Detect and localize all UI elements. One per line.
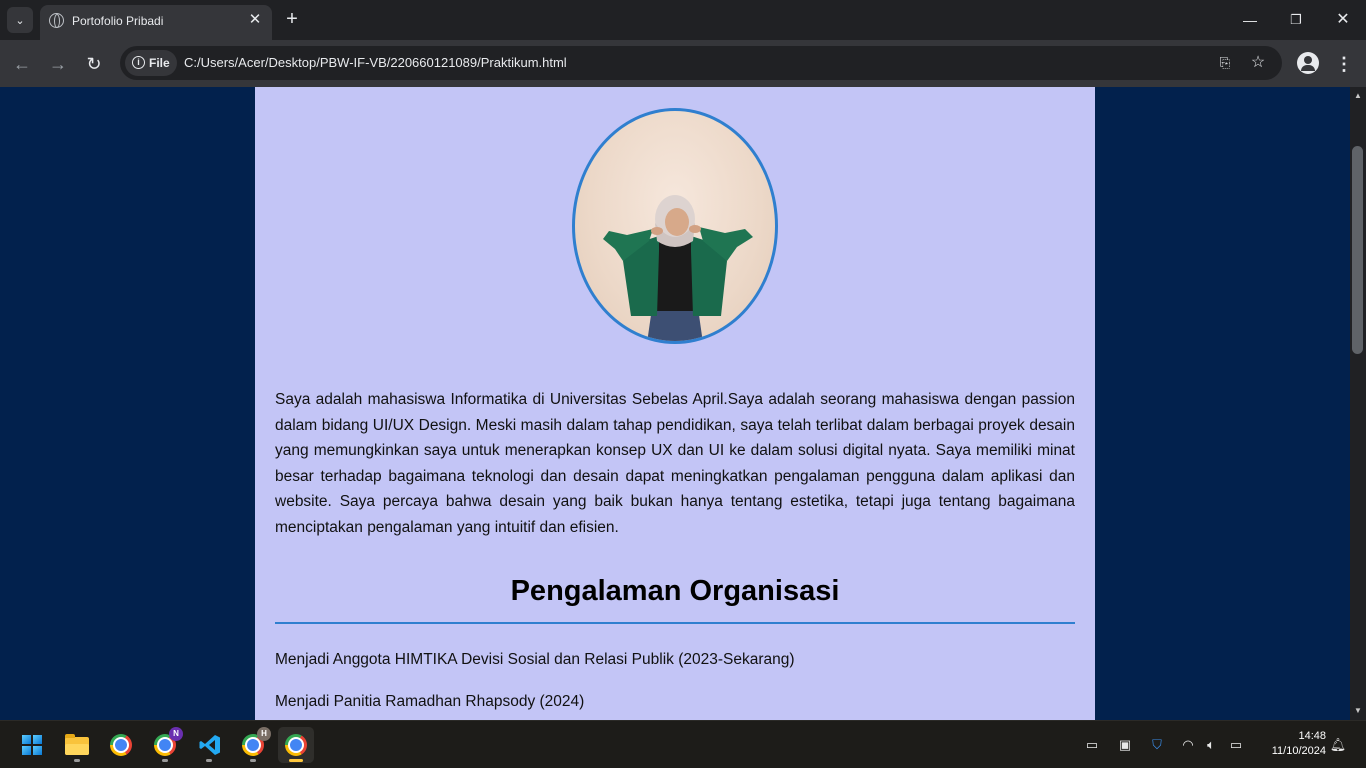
profile-icon[interactable] — [1297, 52, 1319, 74]
scroll-thumb[interactable] — [1352, 146, 1363, 354]
monitor-icon[interactable]: ▭ — [1083, 736, 1101, 754]
site-info-chip[interactable]: i File — [125, 50, 177, 76]
taskbar-vscode[interactable] — [191, 727, 227, 763]
wifi-icon[interactable]: ◠ — [1179, 736, 1197, 754]
page-viewport: Saya adalah mahasiswa Informatika di Uni… — [0, 87, 1350, 720]
reload-button[interactable]: ↻ — [82, 52, 106, 76]
running-indicator — [162, 759, 168, 762]
vscode-icon — [199, 735, 220, 755]
taskbar-chrome-profile-h[interactable]: H — [235, 727, 271, 763]
taskbar-chrome[interactable] — [103, 727, 139, 763]
clock-date: 11/10/2024 — [1271, 745, 1326, 757]
translate-icon[interactable]: ⎘ — [1214, 52, 1236, 74]
back-button[interactable]: ← — [10, 52, 34, 76]
running-indicator — [250, 759, 256, 762]
taskbar-chrome-active[interactable] — [278, 727, 314, 763]
bio-paragraph: Saya adalah mahasiswa Informatika di Uni… — [275, 391, 1075, 536]
site-info-label: File — [149, 56, 170, 70]
org-item: Menjadi Anggota HIMTIKA Devisi Sosial da… — [275, 651, 795, 668]
close-tab-icon[interactable]: ✕ — [246, 11, 264, 29]
new-tab-button[interactable]: + — [282, 9, 302, 29]
org-item: Menjadi Panitia Ramadhan Rhapsody (2024) — [275, 693, 585, 710]
clock-time: 14:48 — [1298, 730, 1326, 742]
restore-button[interactable]: ❐ — [1286, 10, 1306, 30]
content-card: Saya adalah mahasiswa Informatika di Uni… — [255, 87, 1095, 720]
tab-title: Portofolio Pribadi — [72, 14, 164, 28]
minimize-button[interactable]: — — [1240, 10, 1260, 30]
browser-toolbar: ← → ↻ i File C:/Users/Acer/Desktop/PBW-I… — [0, 40, 1366, 87]
globe-icon — [49, 13, 64, 28]
profile-photo — [572, 108, 778, 344]
folder-icon — [65, 734, 89, 755]
bookmark-star-icon[interactable]: ☆ — [1247, 52, 1269, 74]
taskbar-chrome-profile-n[interactable]: N — [147, 727, 183, 763]
active-indicator — [289, 759, 303, 762]
windows-logo-icon — [22, 735, 42, 755]
chrome-icon — [285, 734, 307, 756]
vertical-scrollbar[interactable]: ▲ ▼ — [1350, 87, 1366, 720]
notification-bell-icon[interactable]: 🔔︎ — [1329, 736, 1347, 754]
speaker-icon[interactable]: 🔈︎ — [1202, 736, 1220, 754]
tab-active[interactable]: Portofolio Pribadi ✕ — [40, 5, 272, 40]
section-title: Pengalaman Organisasi — [510, 575, 840, 607]
profile-badge: H — [257, 727, 271, 741]
chrome-icon — [110, 734, 132, 756]
menu-kebab-icon[interactable]: ⋮ — [1334, 52, 1354, 76]
battery-icon[interactable]: ▭ — [1227, 736, 1245, 754]
network-device-icon[interactable]: ▣ — [1116, 736, 1134, 754]
tab-strip: ⌄ Portofolio Pribadi ✕ + — ❐ ✕ — [0, 0, 1366, 40]
address-bar[interactable]: i File C:/Users/Acer/Desktop/PBW-IF-VB/2… — [120, 46, 1282, 80]
close-window-button[interactable]: ✕ — [1333, 10, 1353, 30]
taskbar-file-explorer[interactable] — [59, 727, 95, 763]
profile-badge: N — [169, 727, 183, 741]
person-illustration — [603, 195, 753, 341]
scroll-down-arrow-icon[interactable]: ▼ — [1350, 704, 1366, 718]
security-shield-icon[interactable]: ⛉ — [1148, 736, 1166, 754]
taskbar: N H ▭ ▣ ⛉ ◠ 🔈︎ ▭ 14:48 11/10/2024 🔔︎ — [0, 720, 1366, 768]
tab-search-button[interactable]: ⌄ — [7, 7, 33, 33]
scroll-up-arrow-icon[interactable]: ▲ — [1350, 89, 1366, 103]
section-divider — [275, 622, 1075, 624]
info-icon: i — [132, 56, 145, 69]
forward-button[interactable]: → — [46, 52, 70, 76]
start-button[interactable] — [14, 727, 50, 763]
running-indicator — [74, 759, 80, 762]
url-text[interactable]: C:/Users/Acer/Desktop/PBW-IF-VB/22066012… — [184, 55, 567, 70]
running-indicator — [206, 759, 212, 762]
system-clock[interactable]: 14:48 11/10/2024 — [1256, 729, 1326, 759]
